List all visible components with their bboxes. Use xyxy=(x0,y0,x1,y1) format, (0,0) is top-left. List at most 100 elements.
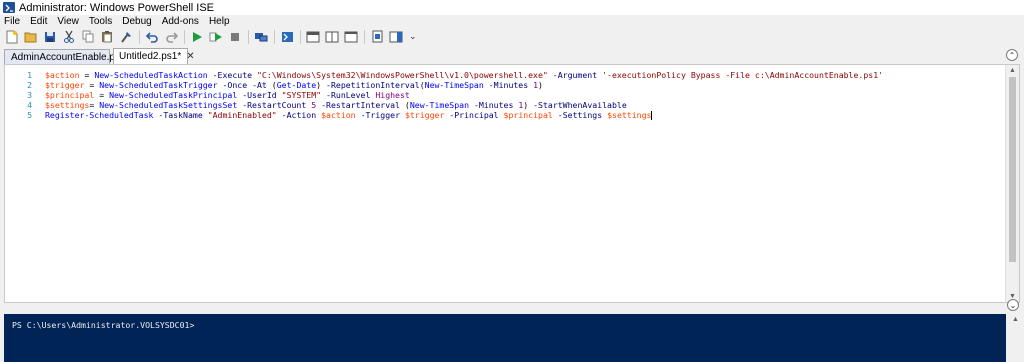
scroll-up-arrow-icon[interactable]: ▲ xyxy=(1012,316,1019,323)
code-token: ) xyxy=(538,80,543,90)
collapse-script-pane-button[interactable]: ⌃ xyxy=(1006,49,1018,61)
chevron-up-icon: ⌃ xyxy=(1008,50,1016,60)
code-token: -StartWhenAvailable xyxy=(533,100,627,110)
code-token: ) xyxy=(316,80,327,90)
scroll-up-arrow-icon[interactable]: ▲ xyxy=(1009,67,1016,74)
menu-debug[interactable]: Debug xyxy=(117,15,156,28)
code-token: -RestartInterval xyxy=(321,100,400,110)
toolbar-divider xyxy=(364,29,365,44)
code-token: Register-ScheduledTask xyxy=(45,110,154,120)
menu-help[interactable]: Help xyxy=(204,15,235,28)
powershell-icon[interactable] xyxy=(279,29,295,45)
code-token: "AdminEnabled" xyxy=(207,110,277,120)
code-line[interactable]: 1 $action = New-ScheduledTaskAction -Exec… xyxy=(5,70,995,80)
remote-icon[interactable] xyxy=(253,29,269,45)
code-token: $settings xyxy=(45,100,90,110)
menu-addons[interactable]: Add-ons xyxy=(157,15,204,28)
code-token: $settings xyxy=(607,110,652,120)
layout-top-icon[interactable] xyxy=(305,29,321,45)
tab-untitled2[interactable]: Untitled2.ps1* ✕ xyxy=(113,48,195,64)
undo-icon[interactable] xyxy=(144,29,160,45)
scrollbar-thumb[interactable] xyxy=(1009,77,1016,262)
run-icon[interactable] xyxy=(189,29,205,45)
tab-adminaccountenable[interactable]: AdminAccountEnable.ps1 xyxy=(4,49,126,64)
chevron-down-icon: ⌄ xyxy=(1009,300,1017,310)
code-token: -UserId xyxy=(242,90,277,100)
editor-vertical-scrollbar[interactable]: ▲ ▼ xyxy=(1005,65,1019,302)
code-token: = xyxy=(94,90,110,100)
code-token: $trigger xyxy=(45,80,85,90)
toolbar-divider xyxy=(274,29,275,44)
open-icon[interactable] xyxy=(23,29,39,45)
cut-icon[interactable] xyxy=(61,29,77,45)
code-text: Register-ScheduledTask -TaskName "AdminE… xyxy=(45,110,653,120)
code-line[interactable]: 4 $settings= New-ScheduledTaskSettingsSet… xyxy=(5,100,995,110)
layout-right-icon[interactable] xyxy=(324,29,340,45)
code-token: -Trigger xyxy=(360,110,400,120)
code-token: "SYSTEM" xyxy=(281,90,322,100)
title-bar: Administrator: Windows PowerShell ISE xyxy=(0,0,1024,15)
toolbar-divider xyxy=(184,29,185,44)
code-token: = xyxy=(89,100,100,110)
copy-icon[interactable] xyxy=(80,29,96,45)
tab-label: AdminAccountEnable.ps1 xyxy=(11,51,126,63)
menu-view[interactable]: View xyxy=(52,15,84,28)
toolbar-overflow-icon[interactable]: ⌄ xyxy=(409,31,417,42)
line-number: 3 xyxy=(27,90,32,100)
code-token: -RepetitionInterval xyxy=(326,80,420,90)
pane-splitter[interactable]: ⌄ xyxy=(0,299,1024,311)
code-line[interactable]: 2 $trigger = New-ScheduledTaskTrigger -On… xyxy=(5,80,995,90)
show-addon-icon[interactable] xyxy=(388,29,404,45)
toolbar-divider xyxy=(139,29,140,44)
text-caret xyxy=(651,111,653,120)
code-token: $action xyxy=(321,110,356,120)
toolbar-divider xyxy=(300,29,301,44)
code-token: New-TimeSpan xyxy=(424,80,484,90)
script-editor[interactable]: 1 $action = New-ScheduledTaskAction -Exec… xyxy=(4,64,1020,303)
code-token: ) xyxy=(523,100,534,110)
paste-icon[interactable] xyxy=(99,29,115,45)
save-icon[interactable] xyxy=(42,29,58,45)
redo-icon[interactable] xyxy=(163,29,179,45)
code-token: -RestartCount xyxy=(242,100,307,110)
line-number: 1 xyxy=(27,70,32,80)
line-number: 2 xyxy=(27,80,32,90)
code-token: New-ScheduledTaskPrincipal xyxy=(109,90,238,100)
tab-label: Untitled2.ps1* xyxy=(119,51,182,62)
window-title: Administrator: Windows PowerShell ISE xyxy=(19,1,215,14)
show-commands-icon[interactable] xyxy=(369,29,385,45)
code-token: $trigger xyxy=(404,110,445,120)
code-text: $settings= New-ScheduledTaskSettingsSet … xyxy=(45,100,627,110)
clear-icon[interactable] xyxy=(118,29,134,45)
code-line[interactable]: 3 $principal = New-ScheduledTaskPrincipal… xyxy=(5,90,995,100)
line-number: 4 xyxy=(27,100,32,110)
menu-file[interactable]: File xyxy=(0,15,25,28)
code-token: $action xyxy=(45,70,80,80)
code-token: New-ScheduledTaskTrigger xyxy=(99,80,218,90)
code-text: $principal = New-ScheduledTaskPrincipal … xyxy=(45,90,410,100)
code-token: $principal xyxy=(45,90,95,100)
console-vertical-scrollbar[interactable]: ▲ xyxy=(1006,314,1024,362)
code-token: -Argument xyxy=(552,70,598,80)
code-token: -Once xyxy=(222,80,248,90)
code-token: "C:\Windows\System32\WindowsPowerShell\v… xyxy=(257,70,548,80)
code-token: = xyxy=(84,80,100,90)
collapse-console-button[interactable]: ⌄ xyxy=(1007,299,1019,311)
code-token: ( xyxy=(266,80,277,90)
code-token: ( xyxy=(399,100,410,110)
code-text: $trigger = New-ScheduledTaskTrigger -Onc… xyxy=(45,80,543,90)
close-icon[interactable]: ✕ xyxy=(186,51,194,62)
code-token: -At xyxy=(252,80,267,90)
code-line[interactable]: 5 Register-ScheduledTask -TaskName "Admin… xyxy=(5,110,995,120)
new-icon[interactable] xyxy=(4,29,20,45)
stop-icon[interactable] xyxy=(227,29,243,45)
powershell-app-icon xyxy=(3,2,15,13)
line-number: 5 xyxy=(27,110,32,120)
layout-max-icon[interactable] xyxy=(343,29,359,45)
code-token: -Principal xyxy=(449,110,499,120)
console-pane[interactable]: PS C:\Users\Administrator.VOLSYSDC01> xyxy=(4,314,1006,362)
menu-edit[interactable]: Edit xyxy=(25,15,52,28)
run-selection-icon[interactable] xyxy=(208,29,224,45)
code-text: $action = New-ScheduledTaskAction -Execu… xyxy=(45,70,883,80)
menu-tools[interactable]: Tools xyxy=(84,15,117,28)
